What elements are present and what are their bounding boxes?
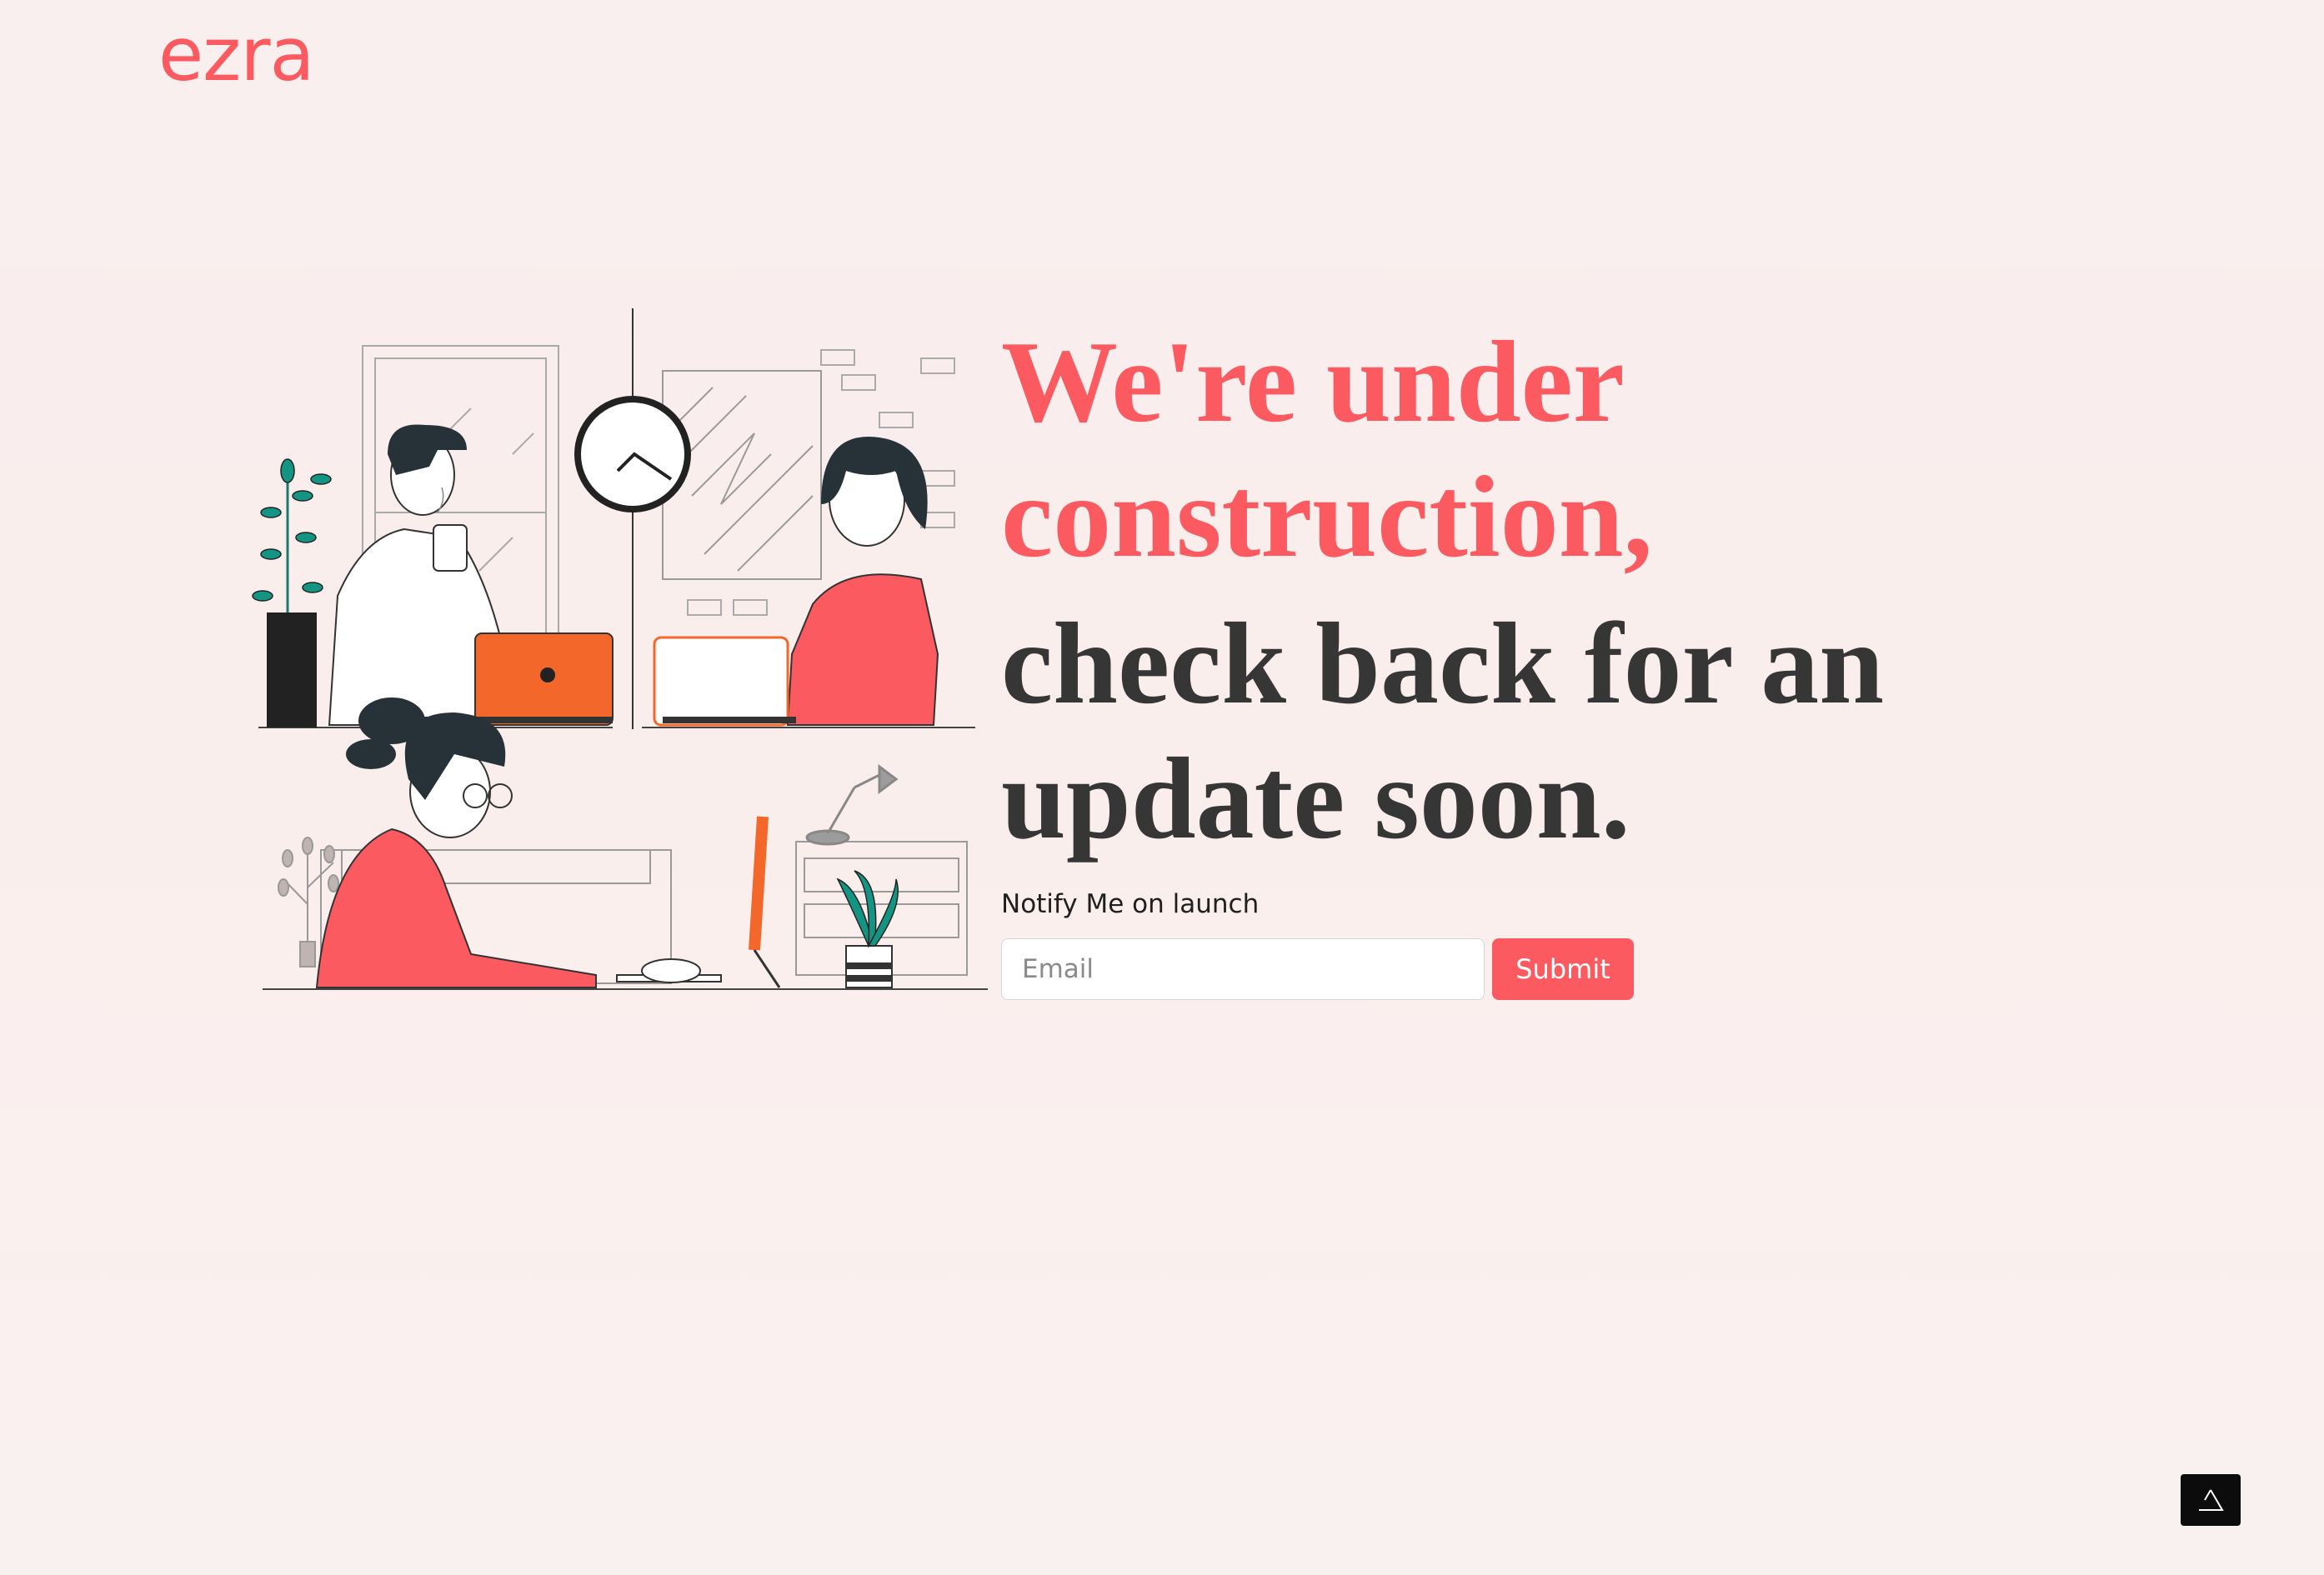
submit-button[interactable]: Submit: [1492, 938, 1634, 1000]
headline-accent-line-2: construction,: [1001, 452, 1653, 582]
email-field[interactable]: [1001, 938, 1485, 1000]
corner-badge[interactable]: [2181, 1474, 2241, 1526]
headline-accent-line-1: We're under: [1001, 318, 1625, 447]
headline: We're under construction, check back for…: [1001, 315, 1884, 867]
hero-section: We're under construction, check back for…: [1001, 315, 1884, 867]
brand-logo[interactable]: ezra: [158, 18, 314, 92]
notify-label: Notify Me on launch: [1001, 889, 1260, 919]
office-workers-illustration: [252, 308, 988, 990]
triangle-logo-icon: [2199, 1489, 2224, 1511]
headline-dark-line-2: update soon.: [1001, 734, 1630, 863]
headline-dark-line-1: check back for an: [1001, 599, 1885, 728]
